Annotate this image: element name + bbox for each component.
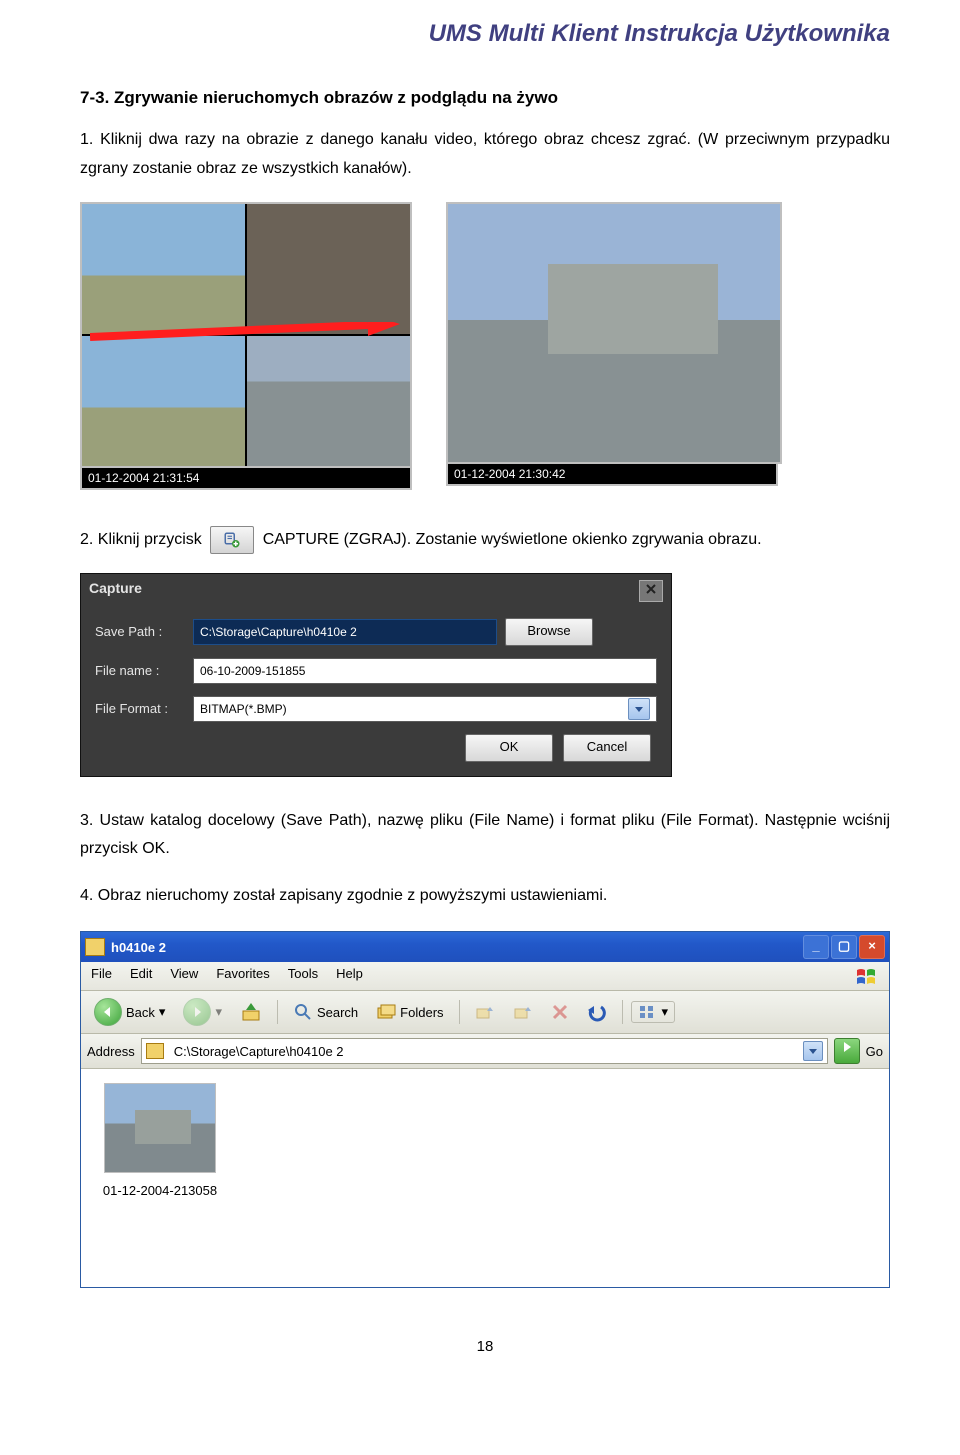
menu-edit[interactable]: Edit — [130, 966, 152, 986]
paragraph-2b: CAPTURE (ZGRAJ). Zostanie wyświetlone ok… — [263, 531, 762, 548]
minimize-icon[interactable]: _ — [803, 935, 829, 959]
dialog-title: Capture — [89, 580, 142, 602]
section-heading: 7-3. Zgrywanie nieruchomych obrazów z po… — [80, 88, 890, 108]
cancel-button[interactable]: Cancel — [563, 734, 651, 762]
paragraph-2a: 2. Kliknij przycisk — [80, 531, 206, 548]
save-path-label: Save Path : — [95, 624, 185, 639]
folder-icon — [146, 1043, 164, 1059]
camera-figure-row: 01-12-2004 21:31:54 01-12-2004 21:30:42 — [80, 202, 890, 490]
views-icon[interactable]: ▾ — [631, 1001, 676, 1023]
back-label: Back — [126, 1005, 155, 1020]
search-button[interactable]: Search — [286, 999, 365, 1025]
paragraph-2: 2. Kliknij przycisk CAPTURE (ZGRAJ). Zos… — [80, 526, 890, 555]
save-path-input[interactable]: C:\Storage\Capture\h0410e 2 — [193, 619, 497, 645]
explorer-body: 01-12-2004-213058 — [81, 1069, 889, 1287]
explorer-window: h0410e 2 _ ▢ × File Edit View Favorites … — [80, 931, 890, 1288]
windows-logo-icon — [855, 966, 879, 986]
address-input[interactable]: C:\Storage\Capture\h0410e 2 — [141, 1038, 828, 1064]
menu-view[interactable]: View — [170, 966, 198, 986]
menu-help[interactable]: Help — [336, 966, 363, 986]
menu-file[interactable]: File — [91, 966, 112, 986]
chevron-down-icon[interactable] — [803, 1041, 823, 1061]
forward-button[interactable]: ▾ — [176, 995, 229, 1029]
paragraph-4: 4. Obraz nieruchomy został zapisany zgod… — [80, 882, 890, 911]
explorer-menu: File Edit View Favorites Tools Help — [81, 962, 889, 991]
camera-block-left: 01-12-2004 21:31:54 — [80, 202, 412, 490]
camera-cell — [82, 336, 245, 466]
folder-icon — [85, 938, 105, 956]
address-label: Address — [87, 1044, 135, 1059]
undo-icon[interactable] — [580, 999, 614, 1025]
file-format-select[interactable]: BITMAP(*.BMP) — [193, 696, 657, 722]
file-name-input[interactable]: 06-10-2009-151855 — [193, 658, 657, 684]
timestamp-right: 01-12-2004 21:30:42 — [446, 464, 778, 486]
up-button[interactable] — [233, 998, 269, 1026]
capture-dialog: Capture Save Path : C:\Storage\Capture\h… — [80, 573, 672, 777]
copy-to-icon[interactable] — [506, 999, 540, 1025]
close-icon[interactable]: × — [859, 935, 885, 959]
go-button[interactable] — [834, 1038, 860, 1064]
thumbnail-caption: 01-12-2004-213058 — [95, 1183, 225, 1198]
delete-icon[interactable] — [544, 1000, 576, 1024]
ok-button[interactable]: OK — [465, 734, 553, 762]
timestamp-left: 01-12-2004 21:31:54 — [80, 468, 412, 490]
file-name-label: File name : — [95, 663, 185, 678]
camera-cell — [247, 336, 410, 466]
back-button[interactable]: Back ▾ — [87, 995, 172, 1029]
paragraph-3: 3. Ustaw katalog docelowy (Save Path), n… — [80, 807, 890, 865]
maximize-icon[interactable]: ▢ — [831, 935, 857, 959]
camera-cell — [82, 204, 245, 334]
browse-button[interactable]: Browse — [505, 618, 593, 646]
page-number: 18 — [80, 1338, 890, 1355]
page-header: UMS Multi Klient Instrukcja Użytkownika — [80, 20, 890, 48]
camera-cell — [247, 204, 410, 334]
file-thumbnail[interactable]: 01-12-2004-213058 — [95, 1083, 225, 1198]
menu-favorites[interactable]: Favorites — [216, 966, 269, 986]
explorer-title: h0410e 2 — [111, 940, 166, 955]
file-format-value: BITMAP(*.BMP) — [200, 697, 287, 721]
chevron-down-icon[interactable] — [628, 698, 650, 720]
move-to-icon[interactable] — [468, 999, 502, 1025]
capture-button-icon[interactable] — [210, 526, 254, 554]
close-icon[interactable] — [639, 580, 663, 602]
address-value: C:\Storage\Capture\h0410e 2 — [174, 1044, 799, 1059]
camera-block-right: 01-12-2004 21:30:42 — [446, 202, 778, 490]
menu-tools[interactable]: Tools — [288, 966, 318, 986]
folders-button[interactable]: Folders — [369, 999, 450, 1025]
paragraph-1: 1. Kliknij dwa razy na obrazie z danego … — [80, 126, 890, 184]
folders-label: Folders — [400, 1005, 443, 1020]
file-format-label: File Format : — [95, 701, 185, 716]
search-label: Search — [317, 1005, 358, 1020]
go-label: Go — [866, 1044, 883, 1059]
